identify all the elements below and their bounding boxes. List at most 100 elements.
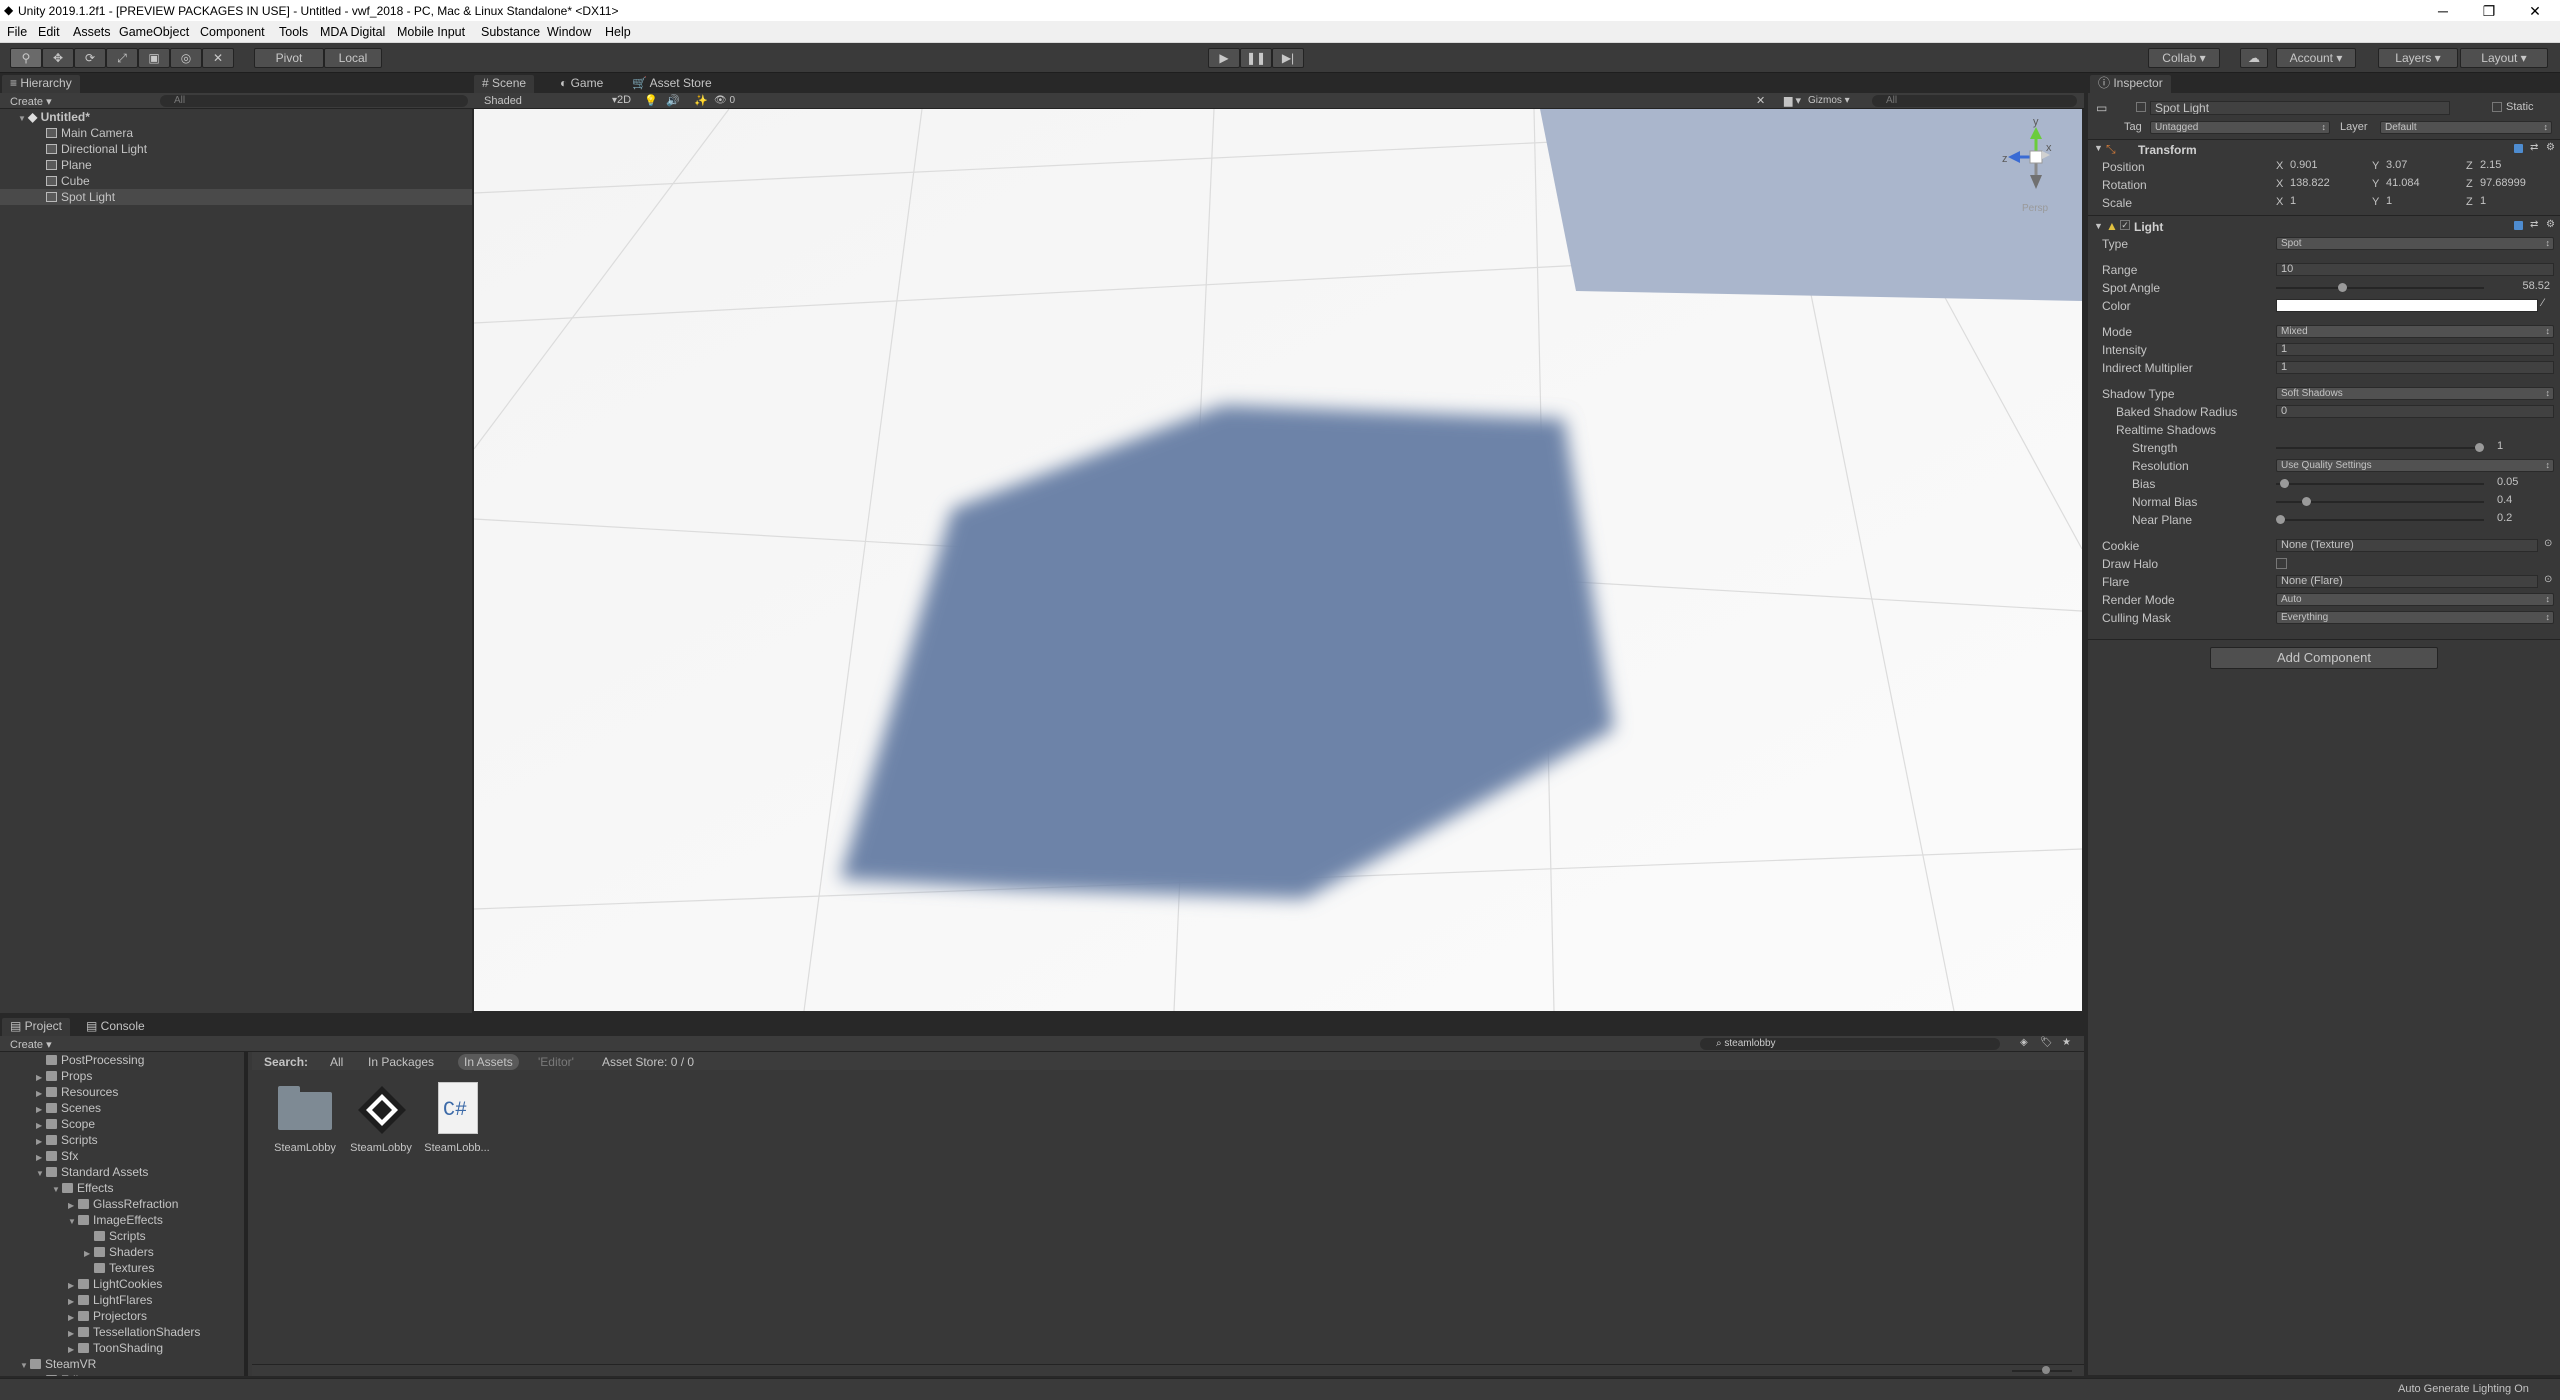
menu-substance[interactable]: Substance xyxy=(481,25,540,39)
preset-icon[interactable]: ⇄ xyxy=(2530,219,2538,230)
tree-folder-row[interactable]: ▶ TessellationShaders xyxy=(0,1324,244,1340)
layout-dropdown[interactable]: Layout ▾ xyxy=(2460,48,2548,68)
gizmos-dropdown[interactable]: Gizmos ▾ xyxy=(1808,95,1850,106)
hierarchy-item[interactable]: Directional Light xyxy=(0,141,472,157)
preset-icon[interactable]: ⇄ xyxy=(2530,142,2538,153)
range-field[interactable]: 10 xyxy=(2276,263,2554,276)
tab-inspector[interactable]: ⓘ Inspector xyxy=(2090,75,2171,93)
menu-mda-digital[interactable]: MDA Digital xyxy=(320,25,385,39)
tree-folder-row[interactable]: ▶ Scenes xyxy=(0,1100,244,1116)
draw-halo-checkbox[interactable] xyxy=(2276,558,2287,569)
hierarchy-search-input[interactable]: All xyxy=(160,95,468,107)
eyedropper-icon[interactable]: ⁄ xyxy=(2542,297,2544,309)
menu-edit[interactable]: Edit xyxy=(38,25,60,39)
transform-tool-button[interactable]: ◎ xyxy=(170,48,202,68)
pivot-toggle[interactable]: Pivot xyxy=(254,48,324,68)
menu-window[interactable]: Window xyxy=(547,25,591,39)
hierarchy-item-selected[interactable]: Spot Light xyxy=(0,189,472,205)
culling-dropdown[interactable]: Everything xyxy=(2276,611,2554,624)
tree-folder-row[interactable]: Editor xyxy=(0,1372,244,1376)
tree-folder-row[interactable]: PostProcessing xyxy=(0,1052,244,1068)
tab-scene[interactable]: # Scene xyxy=(474,75,535,93)
audio-toggle-icon[interactable]: 🔊 xyxy=(666,94,680,107)
near-plane-slider[interactable]: 0.2 xyxy=(2276,513,2512,526)
filter-editor[interactable]: 'Editor' xyxy=(538,1055,574,1069)
hierarchy-item[interactable]: Main Camera xyxy=(0,125,472,141)
filter-asset-store[interactable]: Asset Store: 0 / 0 xyxy=(602,1055,694,1069)
menu-tools[interactable]: Tools xyxy=(279,25,308,39)
hidden-objects-toggle[interactable]: 👁 0 xyxy=(714,95,735,106)
filter-type-icon[interactable]: ◈ xyxy=(2020,1037,2028,1048)
auto-lighting-status[interactable]: Auto Generate Lighting On xyxy=(2398,1383,2529,1395)
rotation-z-field[interactable]: 97.68999 xyxy=(2476,178,2556,191)
tree-folder-row[interactable]: Textures xyxy=(0,1260,244,1276)
render-mode-dropdown[interactable]: Auto xyxy=(2276,593,2554,606)
strength-value[interactable]: 1 xyxy=(2494,441,2554,454)
static-checkbox[interactable] xyxy=(2492,102,2502,112)
menu-component[interactable]: Component xyxy=(200,25,265,39)
tree-folder-row[interactable]: ▶ ToonShading xyxy=(0,1340,244,1356)
bias-slider[interactable]: 0.05 xyxy=(2276,477,2518,490)
position-z-field[interactable]: 2.15 xyxy=(2476,160,2556,173)
scale-x-field[interactable]: 1 xyxy=(2286,196,2366,209)
indirect-field[interactable]: 1 xyxy=(2276,361,2554,374)
cloud-button[interactable]: ☁ xyxy=(2240,48,2268,68)
asset-item[interactable]: SteamLobby xyxy=(274,1082,336,1162)
tree-folder-row[interactable]: ▶ Resources xyxy=(0,1084,244,1100)
menu-assets[interactable]: Assets xyxy=(73,25,111,39)
hand-tool-button[interactable]: ⚲ xyxy=(10,48,42,68)
scene-viewport[interactable]: y x z Persp xyxy=(474,109,2082,1011)
strength-slider[interactable]: 1 xyxy=(2276,441,2503,454)
slider-thumb[interactable] xyxy=(2280,479,2289,488)
camera-icon[interactable]: ▆ ▾ xyxy=(1784,94,1801,107)
scale-tool-button[interactable]: ⤢ xyxy=(106,48,138,68)
object-picker-icon[interactable]: ⊙ xyxy=(2544,574,2552,585)
scale-z-field[interactable]: 1 xyxy=(2476,196,2556,209)
menu-gameobject[interactable]: GameObject xyxy=(119,25,189,39)
position-y-field[interactable]: 3.07 xyxy=(2382,160,2462,173)
layer-dropdown[interactable]: Default xyxy=(2380,121,2552,134)
help-icon[interactable] xyxy=(2514,221,2523,230)
menu-mobile-input[interactable]: Mobile Input xyxy=(397,25,465,39)
account-dropdown[interactable]: Account ▾ xyxy=(2276,48,2356,68)
tab-hierarchy[interactable]: ≡ Hierarchy xyxy=(2,75,80,93)
tree-folder-row[interactable]: ▼ ImageEffects xyxy=(0,1212,244,1228)
tree-folder-row[interactable]: Scripts xyxy=(0,1228,244,1244)
normal-bias-value[interactable]: 0.4 xyxy=(2494,495,2554,508)
effects-toggle-icon[interactable]: ✨ xyxy=(694,94,708,107)
menu-help[interactable]: Help xyxy=(605,25,631,39)
slider-thumb[interactable] xyxy=(2302,497,2311,506)
help-icon[interactable] xyxy=(2514,144,2523,153)
tree-scrollbar[interactable] xyxy=(244,1052,248,1376)
rect-tool-button[interactable]: ▣ xyxy=(138,48,170,68)
resolution-dropdown[interactable]: Use Quality Settings xyxy=(2276,459,2554,472)
tree-folder-row[interactable]: ▶ Props xyxy=(0,1068,244,1084)
tab-console[interactable]: ▤ Console xyxy=(78,1018,153,1036)
pause-button[interactable]: ❚❚ xyxy=(1240,48,1272,68)
settings-gear-icon[interactable]: ⚙ xyxy=(2546,219,2555,230)
minimize-button[interactable]: ─ xyxy=(2420,1,2466,21)
tree-folder-row[interactable]: ▶ Scripts xyxy=(0,1132,244,1148)
tree-folder-row[interactable]: ▶ LightCookies xyxy=(0,1276,244,1292)
tab-asset-store[interactable]: 🛒 Asset Store xyxy=(624,75,720,93)
zoom-slider-thumb[interactable] xyxy=(2042,1366,2050,1374)
tree-folder-row[interactable]: ▼ SteamVR xyxy=(0,1356,244,1372)
normal-bias-slider[interactable]: 0.4 xyxy=(2276,495,2512,508)
expand-arrow-icon[interactable]: ▼ xyxy=(2094,221,2103,231)
layers-dropdown[interactable]: Layers ▾ xyxy=(2378,48,2458,68)
filter-in-assets[interactable]: In Assets xyxy=(458,1054,519,1070)
menu-file[interactable]: File xyxy=(7,25,27,39)
2d-toggle[interactable]: 2D xyxy=(610,94,638,108)
expand-arrow-icon[interactable]: ▼ xyxy=(2094,143,2103,153)
favorite-star-icon[interactable]: ★ xyxy=(2062,1037,2071,1048)
tab-game[interactable]: ◐ Game xyxy=(552,75,611,93)
tree-folder-row[interactable]: ▶ Scope xyxy=(0,1116,244,1132)
filter-all[interactable]: All xyxy=(330,1055,343,1069)
color-swatch[interactable] xyxy=(2276,299,2538,312)
light-enabled-checkbox[interactable]: ✓ xyxy=(2120,220,2130,230)
play-button[interactable]: ▶ xyxy=(1208,48,1240,68)
tree-folder-row[interactable]: ▶ Projectors xyxy=(0,1308,244,1324)
tools-icon[interactable]: ✕ xyxy=(1756,94,1765,107)
hierarchy-create-button[interactable]: Create ▾ xyxy=(10,95,52,108)
tree-folder-row[interactable]: ▶ GlassRefraction xyxy=(0,1196,244,1212)
